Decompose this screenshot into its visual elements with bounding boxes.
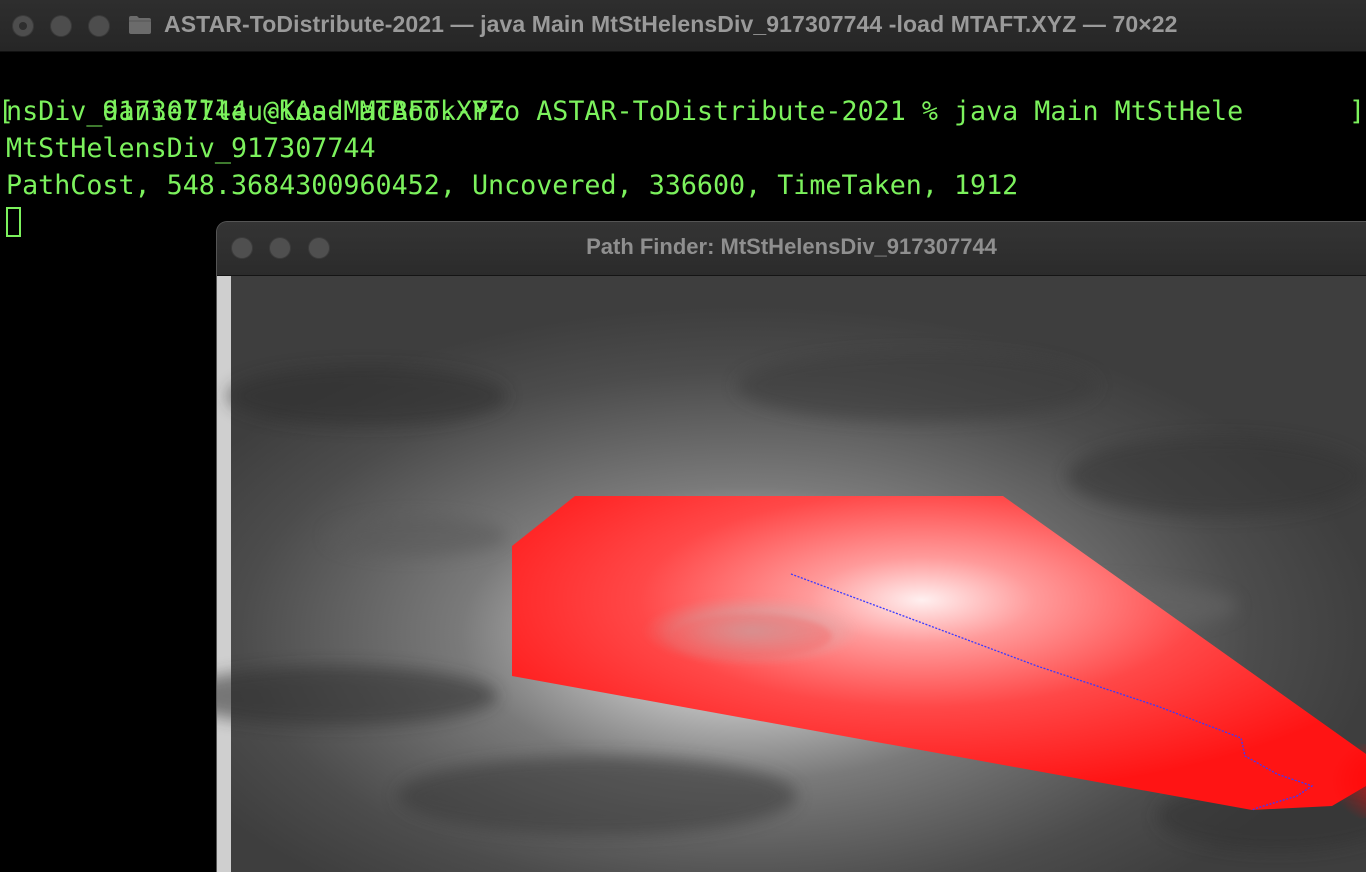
path-finder-title: Path Finder: MtStHelensDiv_917307744 xyxy=(586,234,997,259)
zoom-button[interactable] xyxy=(88,15,110,37)
terminal-line: MtStHelensDiv_917307744 xyxy=(0,130,1366,167)
text-cursor xyxy=(6,206,21,237)
terminal-title: ASTAR-ToDistribute-2021 — java Main MtSt… xyxy=(164,11,1178,37)
terrain-canvas[interactable] xyxy=(217,276,1366,872)
terminal-output[interactable]: [danielllau@KAs-MacBook-Pro ASTAR-ToDist… xyxy=(0,56,1366,241)
output-path-stats: PathCost, 548.3684300960452, Uncovered, … xyxy=(6,170,1019,201)
close-button[interactable] xyxy=(12,15,34,37)
path-finder-titlebar[interactable]: Path Finder: MtStHelensDiv_917307744 xyxy=(217,222,1366,276)
terminal-line: [danielllau@KAs-MacBook-Pro ASTAR-ToDist… xyxy=(0,56,1366,127)
map-left-edge xyxy=(217,276,231,872)
terminal-line: nsDiv_917307744 -load MTAFT.XYZ xyxy=(0,93,1366,130)
terminal-line: PathCost, 548.3684300960452, Uncovered, … xyxy=(0,167,1366,204)
crater-shadow xyxy=(672,614,832,658)
output-map-name: MtStHelensDiv_917307744 xyxy=(6,133,376,164)
folder-icon xyxy=(129,16,151,34)
terrain-map xyxy=(217,276,1366,872)
path-finder-window[interactable]: Path Finder: MtStHelensDiv_917307744 xyxy=(217,222,1366,872)
terminal-titlebar[interactable]: ASTAR-ToDistribute-2021 — java Main MtSt… xyxy=(0,0,1366,52)
minimize-button[interactable] xyxy=(50,15,72,37)
command-line-2: nsDiv_917307744 -load MTAFT.XYZ xyxy=(6,96,505,127)
